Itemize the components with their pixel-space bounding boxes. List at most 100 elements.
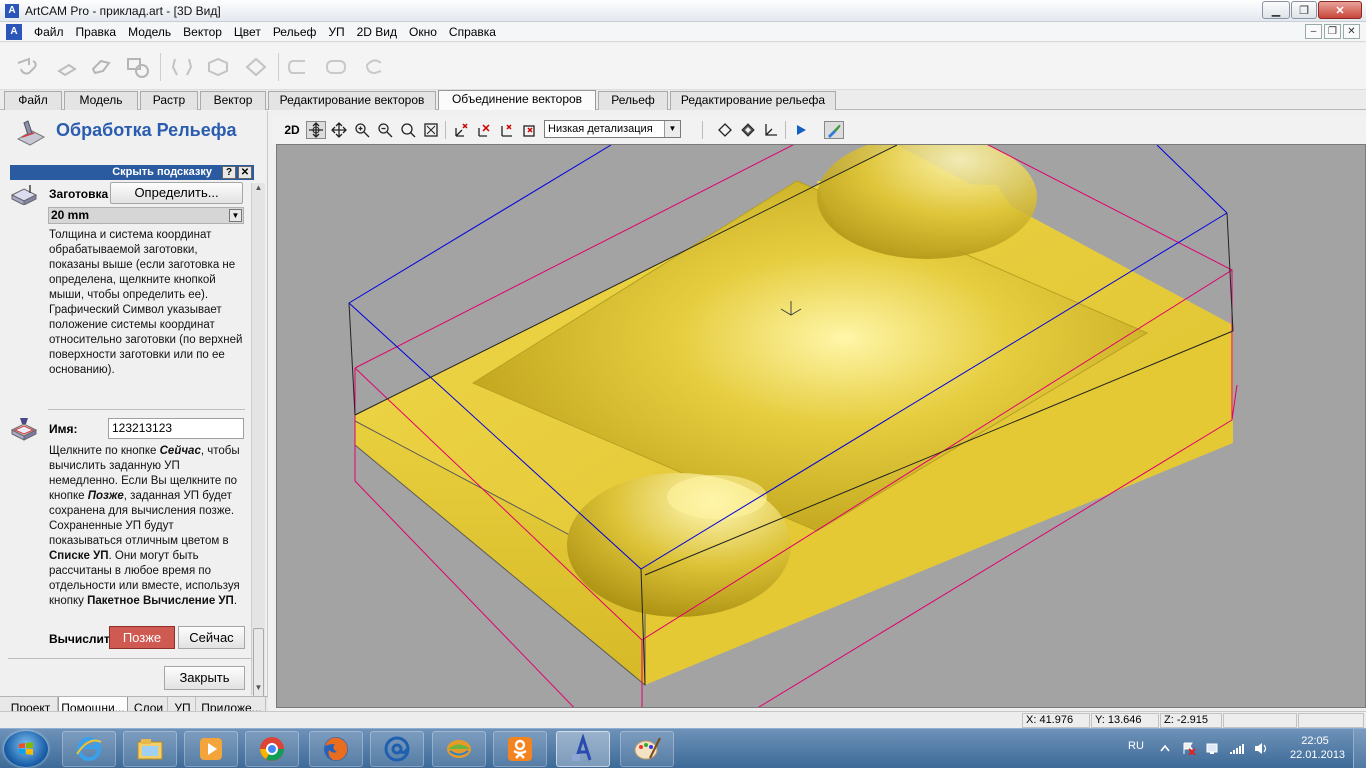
vector-merge-toolbar [0,43,1366,90]
pan-icon[interactable] [329,121,349,139]
open-vector-icon[interactable] [284,53,312,81]
menu-bar: А Файл Правка Модель Вектор Цвет Рельеф … [0,22,1366,42]
menu-edit[interactable]: Правка [70,22,123,42]
close-panel-button[interactable]: Закрыть [164,666,245,690]
chevron-down-icon[interactable]: ▼ [664,121,680,137]
menu-relief[interactable]: Рельеф [267,22,323,42]
show-hidden-icons-icon[interactable] [1158,742,1172,755]
paint-icon[interactable] [620,731,674,767]
rotate-icon[interactable] [306,121,326,139]
scroll-up-icon[interactable]: ▲ [252,183,265,195]
main-tabs: Файл Модель Растр Вектор Редактирование … [0,90,1366,110]
thickness-value: 20 mm [51,208,90,222]
play-simulation-icon[interactable] [791,121,811,139]
menu-help[interactable]: Справка [443,22,502,42]
front-view-icon[interactable] [497,121,517,139]
toolbar-separator [160,53,161,81]
3d-scene[interactable] [277,145,1366,708]
3d-viewport[interactable] [276,144,1366,708]
minimize-button[interactable]: ▁ [1262,1,1290,19]
shaded-diamond-icon[interactable] [738,121,758,139]
mail-agent-icon[interactable] [370,731,424,767]
window-title: ArtCAM Pro - приклад.art - [3D Вид] [25,3,221,18]
mdi-restore-button[interactable]: ❐ [1324,24,1341,39]
tab-merge-vectors[interactable]: Объединение векторов [438,90,596,110]
detail-level-select[interactable]: Низкая детализация ▼ [544,120,681,138]
mdi-close-button[interactable]: ✕ [1343,24,1360,39]
mdi-minimize-button[interactable]: – [1305,24,1322,39]
help-icon[interactable]: ? [222,166,236,179]
fillet-icon[interactable] [168,53,196,81]
subtract-vectors-icon[interactable] [124,53,152,81]
signal-strength-icon[interactable] [1230,742,1244,755]
tab-file[interactable]: Файл [4,91,62,110]
close-window-button[interactable]: ✕ [1318,1,1362,19]
file-explorer-icon[interactable] [123,731,177,767]
network-icon[interactable] [1206,742,1220,755]
tab-model[interactable]: Модель [64,91,138,110]
weld-vectors-icon[interactable] [14,53,42,81]
tab-edit-vectors[interactable]: Редактирование векторов [268,91,436,110]
media-player-icon[interactable] [184,731,238,767]
menu-vector[interactable]: Вектор [177,22,228,42]
close-hint-icon[interactable]: ✕ [238,166,252,179]
outline-diamond-icon[interactable] [715,121,735,139]
internet-explorer-icon[interactable] [62,731,116,767]
iso-view-icon[interactable] [451,121,471,139]
tab-edit-relief[interactable]: Редактирование рельефа [670,91,836,110]
scroll-down-icon[interactable]: ▼ [252,683,265,695]
corner-icon[interactable] [242,53,270,81]
zoom-out-icon[interactable] [375,121,395,139]
menu-2d-view[interactable]: 2D Вид [351,22,403,42]
start-button[interactable] [4,731,48,767]
action-center-icon[interactable] [1182,742,1196,755]
firefox-icon[interactable] [309,731,363,767]
zoom-fit-icon[interactable] [421,121,441,139]
tab-raster[interactable]: Растр [140,91,198,110]
side-view-icon[interactable] [520,121,540,139]
join-vectors-icon[interactable] [88,53,116,81]
tab-relief[interactable]: Рельеф [598,91,668,110]
arc-vector-icon[interactable] [360,53,388,81]
odnoklassniki-icon[interactable] [493,731,547,767]
define-blank-button[interactable]: Определить... [110,182,243,204]
toolpath-name-input[interactable]: 123213123 [108,418,244,439]
language-indicator[interactable]: RU [1128,740,1144,752]
trim-vectors-icon[interactable] [54,53,82,81]
tab-vector[interactable]: Вектор [200,91,266,110]
zoom-previous-icon[interactable] [398,121,418,139]
document-icon[interactable]: А [6,23,22,40]
axes-icon[interactable] [761,121,781,139]
now-button[interactable]: Сейчас [178,626,245,649]
system-clock[interactable]: 22:05 22.01.2013 [1290,734,1345,762]
artcam-taskbar-icon[interactable] [556,731,610,767]
volume-icon[interactable] [1254,742,1268,755]
hide-hint-bar[interactable]: Скрыть подсказку ? ✕ [10,165,254,180]
menu-color[interactable]: Цвет [228,22,267,42]
windows-taskbar: RU 22:05 22.01.2013 [0,728,1366,768]
menu-file[interactable]: Файл [28,22,70,42]
menu-model[interactable]: Модель [122,22,177,42]
window-controls: ▁ ❐ ✕ [1261,1,1362,19]
status-bar: X: 41.976 Y: 13.646 Z: -2.915 [0,711,1366,728]
top-view-icon[interactable] [474,121,494,139]
chamfer-icon[interactable] [204,53,232,81]
hide-hint-label[interactable]: Скрыть подсказку [112,166,212,178]
mail-ru-agent-icon[interactable] [432,731,486,767]
thickness-select[interactable]: 20 mm ▼ [48,207,244,224]
color-shading-icon[interactable] [824,121,844,139]
panel-scrollbar[interactable]: ▲ ▼ [251,183,265,748]
menu-window[interactable]: Окно [403,22,443,42]
closed-vector-icon[interactable] [322,53,350,81]
detail-level-value: Низкая детализация [548,123,653,135]
zoom-in-icon[interactable] [352,121,372,139]
later-button[interactable]: Позже [109,626,175,649]
chrome-icon[interactable] [245,731,299,767]
chevron-down-icon[interactable]: ▼ [229,209,242,222]
2d-view-button[interactable]: 2D [282,121,302,139]
maximize-button[interactable]: ❐ [1291,1,1317,19]
show-desktop-button[interactable] [1353,729,1366,768]
blank-material-icon [10,185,38,205]
artcam-app-icon[interactable]: А [5,3,19,18]
menu-toolpaths[interactable]: УП [322,22,350,42]
